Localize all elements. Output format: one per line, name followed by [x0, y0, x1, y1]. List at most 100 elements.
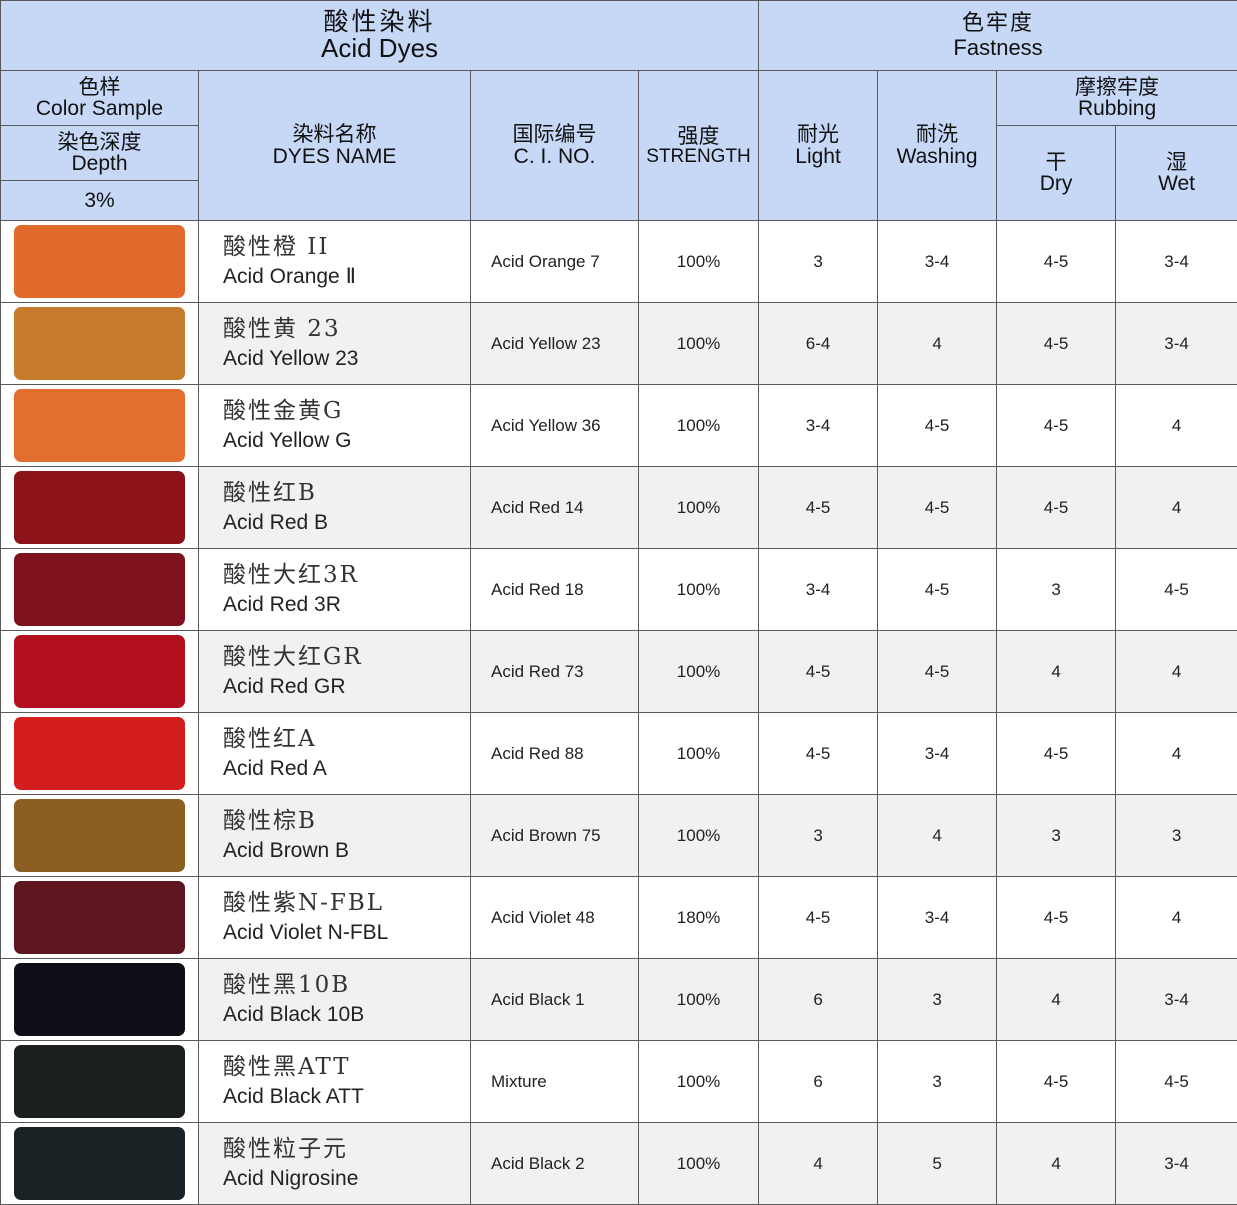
rubbing-wet: 4-5	[1116, 549, 1237, 631]
dye-name-cell: 酸性橙 IIAcid Orange Ⅱ	[199, 221, 471, 303]
rubbing-dry: 4-5	[997, 385, 1116, 467]
rubbing-dry: 4-5	[997, 877, 1116, 959]
strength-zh: 强度	[639, 125, 758, 147]
light-fastness: 3	[759, 221, 878, 303]
color-sample-cell	[1, 713, 199, 795]
color-sample-cell	[1, 385, 199, 467]
strength-value: 180%	[639, 877, 759, 959]
ci-no-header: 国际编号 C. I. NO.	[471, 71, 639, 221]
strength-en: STRENGTH	[639, 147, 758, 167]
rubbing-wet: 4	[1116, 877, 1237, 959]
strength-value: 100%	[639, 385, 759, 467]
strength-value: 100%	[639, 1123, 759, 1205]
color-swatch	[14, 225, 185, 298]
light-fastness: 4-5	[759, 877, 878, 959]
acid-dyes-table: 酸性染料 Acid Dyes 色牢度 Fastness 色样 Color Sam…	[0, 0, 1237, 1205]
rubbing-dry: 4-5	[997, 221, 1116, 303]
depth-value: 3%	[1, 181, 199, 221]
rubbing-wet: 4-5	[1116, 1041, 1237, 1123]
light-fastness: 3-4	[759, 549, 878, 631]
light-fastness: 4-5	[759, 467, 878, 549]
strength-value: 100%	[639, 467, 759, 549]
color-swatch	[14, 389, 185, 462]
color-sample-cell	[1, 549, 199, 631]
table-row: 酸性粒子元Acid NigrosineAcid Black 2100%4543-…	[1, 1123, 1237, 1205]
dye-name-cell: 酸性黄 23Acid Yellow 23	[199, 303, 471, 385]
table-row: 酸性棕BAcid Brown BAcid Brown 75100%3433	[1, 795, 1237, 877]
rubbing-wet: 4	[1116, 467, 1237, 549]
ci-no-en: C. I. NO.	[471, 146, 638, 168]
acid-dyes-title-zh: 酸性染料	[1, 9, 758, 35]
dye-name-en: Acid Red B	[223, 509, 470, 536]
rubbing-dry: 4-5	[997, 467, 1116, 549]
dye-name-en: Acid Brown B	[223, 837, 470, 864]
dye-name-zh: 酸性大红GR	[223, 643, 470, 673]
dye-name-zh: 酸性棕B	[223, 807, 470, 837]
light-fastness: 4-5	[759, 713, 878, 795]
color-swatch	[14, 799, 185, 872]
rubbing-wet: 4	[1116, 385, 1237, 467]
dye-name-cell: 酸性紫N-FBLAcid Violet N-FBL	[199, 877, 471, 959]
dye-name-zh: 酸性黄 23	[223, 315, 470, 345]
dye-name-en: Acid Black ATT	[223, 1083, 470, 1110]
washing-fastness: 4-5	[878, 631, 997, 713]
color-swatch	[14, 635, 185, 708]
strength-value: 100%	[639, 303, 759, 385]
dye-name-cell: 酸性红AAcid Red A	[199, 713, 471, 795]
dye-name-en: Acid Red 3R	[223, 591, 470, 618]
washing-fastness: 4-5	[878, 385, 997, 467]
dye-name-zh: 酸性金黄G	[223, 397, 470, 427]
washing-fastness: 3	[878, 1041, 997, 1123]
rubbing-en: Rubbing	[997, 98, 1237, 120]
dye-name-cell: 酸性黑ATTAcid Black ATT	[199, 1041, 471, 1123]
rubbing-dry: 4-5	[997, 303, 1116, 385]
rubbing-wet: 3-4	[1116, 303, 1237, 385]
washing-fastness: 4-5	[878, 467, 997, 549]
strength-value: 100%	[639, 795, 759, 877]
dye-name-zh: 酸性橙 II	[223, 233, 470, 263]
light-fastness: 4-5	[759, 631, 878, 713]
color-sample-cell	[1, 631, 199, 713]
rubbing-wet: 3-4	[1116, 221, 1237, 303]
color-swatch	[14, 307, 185, 380]
dye-name-en: Acid Nigrosine	[223, 1165, 470, 1192]
dye-name-en: Acid Yellow 23	[223, 345, 470, 372]
dye-name-en: Acid Red GR	[223, 673, 470, 700]
color-sample-cell	[1, 467, 199, 549]
strength-header: 强度 STRENGTH	[639, 71, 759, 221]
dry-zh: 干	[997, 151, 1115, 173]
rubbing-dry: 4-5	[997, 713, 1116, 795]
color-sample-cell	[1, 959, 199, 1041]
strength-value: 100%	[639, 221, 759, 303]
ci-no-zh: 国际编号	[471, 123, 638, 145]
rubbing-wet: 3-4	[1116, 1123, 1237, 1205]
washing-fastness: 3-4	[878, 713, 997, 795]
rubbing-dry: 4	[997, 1123, 1116, 1205]
ci-number: Acid Black 2	[471, 1123, 639, 1205]
acid-dyes-title-en: Acid Dyes	[1, 35, 758, 62]
rubbing-wet: 4	[1116, 713, 1237, 795]
dyes-name-en: DYES NAME	[199, 146, 470, 168]
dye-name-cell: 酸性大红GRAcid Red GR	[199, 631, 471, 713]
table-row: 酸性红BAcid Red BAcid Red 14100%4-54-54-54	[1, 467, 1237, 549]
washing-fastness: 4-5	[878, 549, 997, 631]
dye-name-en: Acid Black 10B	[223, 1001, 470, 1028]
light-fastness: 3	[759, 795, 878, 877]
table-row: 酸性紫N-FBLAcid Violet N-FBLAcid Violet 481…	[1, 877, 1237, 959]
light-fastness: 6	[759, 1041, 878, 1123]
washing-fastness: 5	[878, 1123, 997, 1205]
dry-en: Dry	[997, 173, 1115, 195]
light-fastness: 6	[759, 959, 878, 1041]
washing-fastness: 3-4	[878, 221, 997, 303]
ci-number: Acid Red 73	[471, 631, 639, 713]
strength-value: 100%	[639, 549, 759, 631]
rubbing-dry: 3	[997, 549, 1116, 631]
light-fastness: 6-4	[759, 303, 878, 385]
color-sample-cell	[1, 221, 199, 303]
table-row: 酸性黑10BAcid Black 10BAcid Black 1100%6343…	[1, 959, 1237, 1041]
washing-zh: 耐洗	[878, 123, 996, 145]
color-swatch	[14, 553, 185, 626]
color-sample-cell	[1, 795, 199, 877]
color-sample-en: Color Sample	[1, 98, 198, 120]
color-swatch	[14, 1045, 185, 1118]
